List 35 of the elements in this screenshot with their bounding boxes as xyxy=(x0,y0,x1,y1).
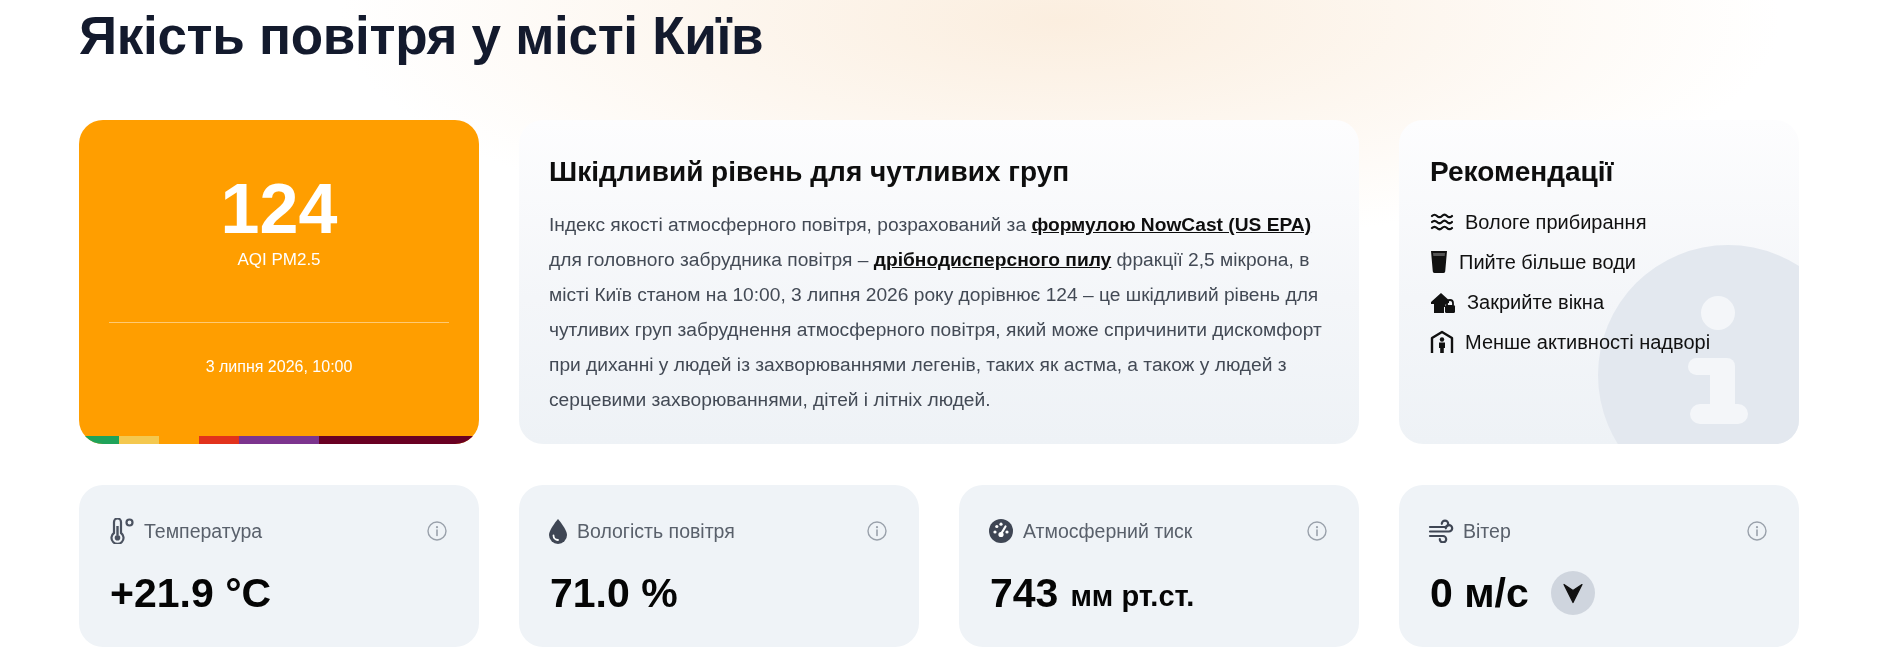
drop-icon xyxy=(548,518,568,544)
gauge-icon xyxy=(988,518,1014,544)
metric-value: +21.9 °C xyxy=(110,569,272,617)
arrow-down-icon xyxy=(1550,571,1595,615)
metric-label: Атмосферний тиск xyxy=(1023,519,1193,544)
thermometer-icon xyxy=(108,518,135,544)
metric-value: 71.0 % xyxy=(550,569,678,617)
info-icon[interactable] xyxy=(867,521,887,541)
metric-unit: мм рт.ст. xyxy=(1070,579,1195,614)
info-icon[interactable] xyxy=(1747,521,1767,541)
metric-label: Вологість повітря xyxy=(577,519,735,544)
person-in-house-icon xyxy=(1430,330,1454,354)
recommendation-text: Пийте більше води xyxy=(1459,250,1636,275)
aqi-timestamp: 3 липня 2026, 10:00 xyxy=(205,357,353,377)
metric-value: 743 xyxy=(990,569,1059,617)
summary-text: Індекс якості атмосферного повітря, розрахований за формулою NowCast (US EPA) для головного забрудника повітря – дрібнодисперсного пилу фракції 2,5 мікрона, в місті Київ станом на 10:00, 3 липня 2026 року дорівнює 124 – це шкідливий рівень для чутливих груп забруднення атмосферного повітря, який може спричинити дискомфорт при диханні у людей із захворюваннями легенів, таких як астма, а також у людей з серцевими захворюваннями, дітей і літніх людей. xyxy=(549,213,1323,412)
recommendation-text: Менше активності надворі xyxy=(1465,330,1711,355)
inline-link[interactable]: формулою NowCast (US EPA) xyxy=(1031,214,1312,235)
glass-icon xyxy=(1430,250,1448,274)
house-lock-icon xyxy=(1430,291,1456,313)
page-title: Якість повітря у місті Київ xyxy=(79,8,764,64)
metric-label: Вітер xyxy=(1463,519,1511,544)
recommendation-text: Вологе прибирання xyxy=(1465,210,1647,235)
metric-label: Температура xyxy=(144,519,263,544)
recommendation-text: Закрийте вікна xyxy=(1467,290,1605,315)
info-icon[interactable] xyxy=(427,521,447,541)
aqi-label: AQI PM2.5 xyxy=(237,249,321,271)
aqi-value: 124 xyxy=(220,174,338,244)
info-icon[interactable] xyxy=(1307,521,1327,541)
metric-value: 0 м/с xyxy=(1430,569,1529,617)
recommendations-heading: Рекомендації xyxy=(1430,155,1614,189)
wind-icon xyxy=(1428,519,1454,543)
inline-link[interactable]: дрібнодисперсного пилу xyxy=(873,249,1112,270)
wave-lines-icon xyxy=(1430,213,1454,231)
summary-heading: Шкідливий рівень для чутливих груп xyxy=(549,155,1070,189)
